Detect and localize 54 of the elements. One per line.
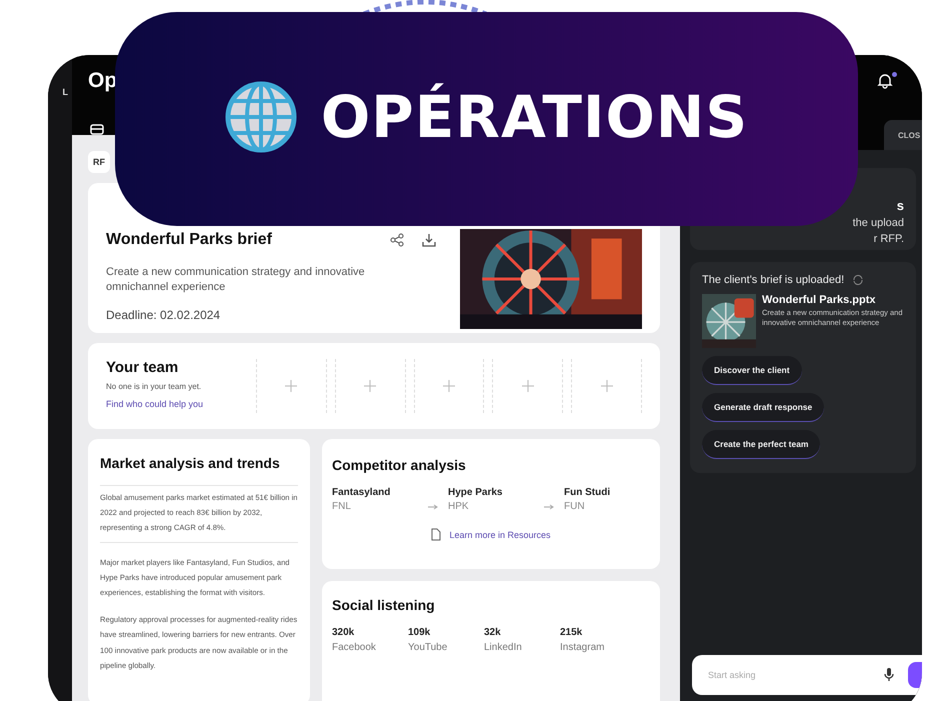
stat-label: Facebook xyxy=(332,642,377,653)
plus-icon xyxy=(600,380,613,392)
competitor-code: FNL xyxy=(332,501,352,512)
logo-text: Op xyxy=(88,69,118,93)
intro-heading: s xyxy=(896,198,904,213)
social-title: Social listening xyxy=(332,597,436,613)
competitor-name: Hype Parks xyxy=(448,487,504,498)
intro-text: r RFP. xyxy=(874,233,904,245)
download-icon[interactable] xyxy=(422,233,436,247)
ask-field[interactable]: Start asking xyxy=(706,669,870,681)
tab[interactable]: RF xyxy=(88,151,110,173)
plus-icon xyxy=(522,380,534,392)
message-text: The client's brief is uploaded! xyxy=(702,274,844,286)
refresh-icon[interactable] xyxy=(852,275,864,285)
rail-label: L xyxy=(62,87,69,97)
globe-icon xyxy=(224,81,297,153)
empty-team-text: No one is in your team yet. xyxy=(106,382,202,391)
send-button[interactable] xyxy=(908,662,922,688)
microphone-icon[interactable] xyxy=(884,668,894,682)
arrow-icon xyxy=(428,504,438,510)
plus-icon xyxy=(364,380,376,392)
share-icon[interactable] xyxy=(390,233,404,247)
file-name: Wonderful Parks.pptx xyxy=(762,294,876,306)
plus-icon xyxy=(285,380,298,392)
intro-text: the upload xyxy=(852,217,904,229)
stat-value: 320k xyxy=(332,627,356,638)
competitor-name: Fun Studi xyxy=(564,487,612,498)
arrow-icon xyxy=(544,504,554,510)
team-title: Your team xyxy=(106,359,180,376)
stat-label: LinkedIn xyxy=(484,642,523,653)
competitor-code: HPK xyxy=(448,501,470,512)
find-helpers-link[interactable]: Find who could help you xyxy=(106,399,256,409)
resources-link[interactable]: Learn more in Resources xyxy=(449,530,551,540)
brief-description: Create a new communication strategy and innovative omnichannel experience xyxy=(106,265,366,296)
brief-title: Wonderful Parks brief xyxy=(106,231,272,249)
suggestion-button[interactable]: Discover the client xyxy=(702,356,802,385)
close-tab[interactable]: CLOS xyxy=(884,120,922,150)
stat-value: 109k xyxy=(408,627,432,638)
stat-value: 215k xyxy=(560,627,584,638)
competitor-code: FUN xyxy=(564,501,586,512)
stat-value: 32k xyxy=(484,627,502,638)
banner-title: OPÉRATIONS xyxy=(320,83,748,151)
market-title: Market analysis and trends xyxy=(100,455,281,471)
suggestion-button[interactable]: Create the perfect team xyxy=(702,430,820,459)
stat-label: YouTube xyxy=(408,642,448,653)
competitor-name: Fantasyland xyxy=(332,487,392,498)
suggestion-button[interactable]: Generate draft response xyxy=(702,393,824,422)
briefcase-icon xyxy=(90,123,104,135)
plus-icon xyxy=(442,380,455,392)
deadline: Deadline: 02.02.2024 xyxy=(106,308,222,322)
stat-label: Instagram xyxy=(560,642,606,653)
bell-icon[interactable] xyxy=(877,73,893,89)
competitor-title: Competitor analysis xyxy=(332,457,467,473)
document-icon xyxy=(431,528,442,541)
